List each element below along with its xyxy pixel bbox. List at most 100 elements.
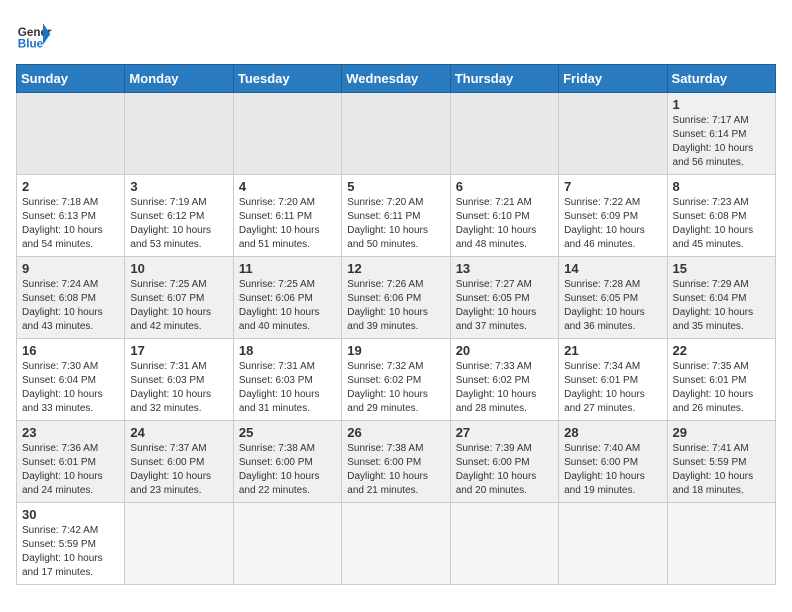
day-number: 25: [239, 425, 336, 440]
weekday-header-friday: Friday: [559, 65, 667, 93]
day-info: Sunrise: 7:17 AM Sunset: 6:14 PM Dayligh…: [673, 114, 770, 170]
day-number: 18: [239, 343, 336, 358]
day-info: Sunrise: 7:23 AM Sunset: 6:08 PM Dayligh…: [673, 196, 770, 252]
calendar-cell: [450, 503, 558, 585]
calendar-cell: 11Sunrise: 7:25 AM Sunset: 6:06 PM Dayli…: [233, 257, 341, 339]
calendar-cell: 30 Sunrise: 7:42 AM Sunset: 5:59 PM Dayli…: [17, 503, 125, 585]
calendar-cell: 28Sunrise: 7:40 AM Sunset: 6:00 PM Dayli…: [559, 421, 667, 503]
page-header: General Blue: [16, 16, 776, 52]
weekday-header-monday: Monday: [125, 65, 233, 93]
calendar-cell: 21 Sunrise: 7:34 AM Sunset: 6:01 PM Dayli…: [559, 339, 667, 421]
day-info: Sunrise: 7:22 AM Sunset: 6:09 PM Dayligh…: [564, 196, 661, 252]
day-info: Sunrise: 7:29 AM Sunset: 6:04 PM Dayligh…: [673, 278, 770, 334]
calendar-cell: 20 Sunrise: 7:33 AM Sunset: 6:02 PM Dayli…: [450, 339, 558, 421]
day-number: 14: [564, 261, 661, 276]
day-info: Sunrise: 7:35 AM Sunset: 6:01 PM Dayligh…: [673, 360, 770, 416]
calendar-cell: 16 Sunrise: 7:30 AM Sunset: 6:04 PM Dayli…: [17, 339, 125, 421]
svg-text:Blue: Blue: [18, 38, 44, 51]
day-info: Sunrise: 7:24 AM Sunset: 6:08 PM Dayligh…: [22, 278, 119, 334]
day-info: Sunrise: 7:30 AM Sunset: 6:04 PM Dayligh…: [22, 360, 119, 416]
day-number: 26: [347, 425, 444, 440]
calendar-cell: [559, 93, 667, 175]
day-info: Sunrise: 7:28 AM Sunset: 6:05 PM Dayligh…: [564, 278, 661, 334]
calendar-cell: [233, 93, 341, 175]
calendar-cell: 24Sunrise: 7:37 AM Sunset: 6:00 PM Dayli…: [125, 421, 233, 503]
day-info: Sunrise: 7:31 AM Sunset: 6:03 PM Dayligh…: [130, 360, 227, 416]
day-info: Sunrise: 7:37 AM Sunset: 6:00 PM Dayligh…: [130, 442, 227, 498]
day-number: 30: [22, 507, 119, 522]
day-info: Sunrise: 7:33 AM Sunset: 6:02 PM Dayligh…: [456, 360, 553, 416]
calendar-cell: [17, 93, 125, 175]
weekday-header-row: SundayMondayTuesdayWednesdayThursdayFrid…: [17, 65, 776, 93]
calendar-cell: [559, 503, 667, 585]
calendar-week-6: 30 Sunrise: 7:42 AM Sunset: 5:59 PM Dayli…: [17, 503, 776, 585]
day-info: Sunrise: 7:27 AM Sunset: 6:05 PM Dayligh…: [456, 278, 553, 334]
day-number: 19: [347, 343, 444, 358]
calendar-week-4: 16 Sunrise: 7:30 AM Sunset: 6:04 PM Dayli…: [17, 339, 776, 421]
calendar-cell: 27 Sunrise: 7:39 AM Sunset: 6:00 PM Dayli…: [450, 421, 558, 503]
calendar-cell: 22 Sunrise: 7:35 AM Sunset: 6:01 PM Dayli…: [667, 339, 775, 421]
day-info: Sunrise: 7:32 AM Sunset: 6:02 PM Dayligh…: [347, 360, 444, 416]
day-number: 16: [22, 343, 119, 358]
logo: General Blue: [16, 16, 52, 52]
calendar-cell: [667, 503, 775, 585]
day-info: Sunrise: 7:36 AM Sunset: 6:01 PM Dayligh…: [22, 442, 119, 498]
day-number: 2: [22, 179, 119, 194]
calendar-cell: 6 Sunrise: 7:21 AM Sunset: 6:10 PM Daylig…: [450, 175, 558, 257]
weekday-header-tuesday: Tuesday: [233, 65, 341, 93]
calendar-cell: 26 Sunrise: 7:38 AM Sunset: 6:00 PM Dayli…: [342, 421, 450, 503]
calendar-table: SundayMondayTuesdayWednesdayThursdayFrid…: [16, 64, 776, 585]
calendar-week-1: 1 Sunrise: 7:17 AM Sunset: 6:14 PM Daylig…: [17, 93, 776, 175]
weekday-header-saturday: Saturday: [667, 65, 775, 93]
calendar-cell: [233, 503, 341, 585]
day-number: 6: [456, 179, 553, 194]
calendar-cell: 1 Sunrise: 7:17 AM Sunset: 6:14 PM Daylig…: [667, 93, 775, 175]
day-number: 1: [673, 97, 770, 112]
day-info: Sunrise: 7:25 AM Sunset: 6:07 PM Dayligh…: [130, 278, 227, 334]
day-number: 12: [347, 261, 444, 276]
day-number: 7: [564, 179, 661, 194]
day-info: Sunrise: 7:20 AM Sunset: 6:11 PM Dayligh…: [239, 196, 336, 252]
calendar-cell: 9 Sunrise: 7:24 AM Sunset: 6:08 PM Daylig…: [17, 257, 125, 339]
weekday-header-wednesday: Wednesday: [342, 65, 450, 93]
calendar-cell: 15Sunrise: 7:29 AM Sunset: 6:04 PM Dayli…: [667, 257, 775, 339]
calendar-cell: 12 Sunrise: 7:26 AM Sunset: 6:06 PM Dayli…: [342, 257, 450, 339]
calendar-cell: 10Sunrise: 7:25 AM Sunset: 6:07 PM Dayli…: [125, 257, 233, 339]
calendar-cell: 3Sunrise: 7:19 AM Sunset: 6:12 PM Daylig…: [125, 175, 233, 257]
calendar-cell: [125, 503, 233, 585]
day-info: Sunrise: 7:19 AM Sunset: 6:12 PM Dayligh…: [130, 196, 227, 252]
calendar-cell: 8Sunrise: 7:23 AM Sunset: 6:08 PM Daylig…: [667, 175, 775, 257]
calendar-cell: 2Sunrise: 7:18 AM Sunset: 6:13 PM Daylig…: [17, 175, 125, 257]
day-info: Sunrise: 7:31 AM Sunset: 6:03 PM Dayligh…: [239, 360, 336, 416]
day-info: Sunrise: 7:38 AM Sunset: 6:00 PM Dayligh…: [347, 442, 444, 498]
day-number: 13: [456, 261, 553, 276]
calendar-cell: 23 Sunrise: 7:36 AM Sunset: 6:01 PM Dayli…: [17, 421, 125, 503]
day-number: 21: [564, 343, 661, 358]
day-number: 23: [22, 425, 119, 440]
calendar-cell: 17 Sunrise: 7:31 AM Sunset: 6:03 PM Dayli…: [125, 339, 233, 421]
calendar-cell: [342, 503, 450, 585]
calendar-cell: 14 Sunrise: 7:28 AM Sunset: 6:05 PM Dayli…: [559, 257, 667, 339]
calendar-cell: 29Sunrise: 7:41 AM Sunset: 5:59 PM Dayli…: [667, 421, 775, 503]
day-number: 9: [22, 261, 119, 276]
day-info: Sunrise: 7:21 AM Sunset: 6:10 PM Dayligh…: [456, 196, 553, 252]
day-number: 28: [564, 425, 661, 440]
logo-icon: General Blue: [16, 16, 52, 52]
day-info: Sunrise: 7:26 AM Sunset: 6:06 PM Dayligh…: [347, 278, 444, 334]
calendar-cell: 18 Sunrise: 7:31 AM Sunset: 6:03 PM Dayli…: [233, 339, 341, 421]
weekday-header-sunday: Sunday: [17, 65, 125, 93]
calendar-cell: 7 Sunrise: 7:22 AM Sunset: 6:09 PM Daylig…: [559, 175, 667, 257]
day-number: 20: [456, 343, 553, 358]
day-number: 5: [347, 179, 444, 194]
day-info: Sunrise: 7:39 AM Sunset: 6:00 PM Dayligh…: [456, 442, 553, 498]
day-number: 22: [673, 343, 770, 358]
calendar-cell: 4Sunrise: 7:20 AM Sunset: 6:11 PM Daylig…: [233, 175, 341, 257]
day-info: Sunrise: 7:38 AM Sunset: 6:00 PM Dayligh…: [239, 442, 336, 498]
day-info: Sunrise: 7:34 AM Sunset: 6:01 PM Dayligh…: [564, 360, 661, 416]
day-info: Sunrise: 7:42 AM Sunset: 5:59 PM Dayligh…: [22, 524, 119, 580]
calendar-week-5: 23 Sunrise: 7:36 AM Sunset: 6:01 PM Dayli…: [17, 421, 776, 503]
day-number: 11: [239, 261, 336, 276]
day-info: Sunrise: 7:20 AM Sunset: 6:11 PM Dayligh…: [347, 196, 444, 252]
day-number: 17: [130, 343, 227, 358]
day-number: 27: [456, 425, 553, 440]
